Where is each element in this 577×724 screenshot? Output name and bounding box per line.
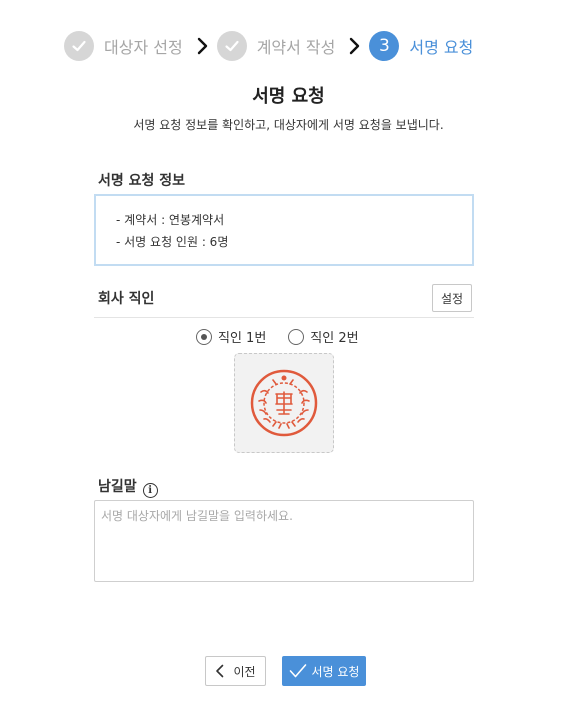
seal-option-1-label: 직인 1번 xyxy=(218,331,267,346)
seal-preview xyxy=(234,353,334,453)
progress-stepper: 대상자 선정 계약서 작성 3 서명 요청 xyxy=(64,30,473,62)
page-title: 서명 요청 xyxy=(252,86,325,107)
step-write-contract: 계약서 작성 xyxy=(216,31,336,61)
seal-option-2-label: 직인 2번 xyxy=(310,331,359,346)
sign-info-box: - 계약서 : 연봉계약서 - 서명 요청 인원 : 6명 xyxy=(94,194,474,266)
info-icon[interactable]: i xyxy=(142,483,158,498)
message-heading: 남길말 i xyxy=(98,476,158,498)
step-3-label: 서명 요청 xyxy=(409,38,474,57)
check-icon xyxy=(289,664,306,678)
message-input[interactable] xyxy=(94,500,474,582)
chevron-left-icon xyxy=(216,664,224,678)
send-sign-request-label: 서명 요청 xyxy=(311,664,360,679)
seal-option-1[interactable]: 직인 1번 xyxy=(196,327,266,346)
company-seal-stamp-icon xyxy=(250,369,318,437)
seal-option-group: 직인 1번 직인 2번 xyxy=(196,327,381,346)
signer-count-line: - 서명 요청 인원 : 6명 xyxy=(116,235,229,249)
page-subtitle: 서명 요청 정보를 확인하고, 대상자에게 서명 요청을 보냅니다. xyxy=(133,118,444,132)
chevron-right-icon xyxy=(349,37,361,55)
radio-selected-icon[interactable] xyxy=(196,328,212,345)
send-sign-request-button[interactable]: 서명 요청 xyxy=(282,656,366,686)
step-1-label: 대상자 선정 xyxy=(104,38,183,57)
step-2-check-icon xyxy=(216,31,247,61)
seal-option-2[interactable]: 직인 2번 xyxy=(288,327,359,346)
divider xyxy=(94,317,474,318)
step-select-targets: 대상자 선정 xyxy=(64,31,183,61)
step-1-check-icon xyxy=(64,31,94,61)
company-seal-heading: 회사 직인 xyxy=(98,291,155,307)
step-3-number: 3 xyxy=(369,31,400,61)
step-sign-request: 3 서명 요청 xyxy=(369,31,473,61)
prev-button[interactable]: 이전 xyxy=(205,656,266,686)
contract-info-line: - 계약서 : 연봉계약서 xyxy=(116,213,225,227)
radio-unselected-icon[interactable] xyxy=(288,328,305,345)
prev-button-label: 이전 xyxy=(233,664,256,679)
sign-info-heading: 서명 요청 정보 xyxy=(98,173,186,189)
seal-settings-button[interactable]: 설정 xyxy=(432,284,472,312)
step-2-label: 계약서 작성 xyxy=(256,38,336,57)
chevron-right-icon xyxy=(197,37,209,55)
message-heading-label: 남길말 xyxy=(98,479,137,495)
